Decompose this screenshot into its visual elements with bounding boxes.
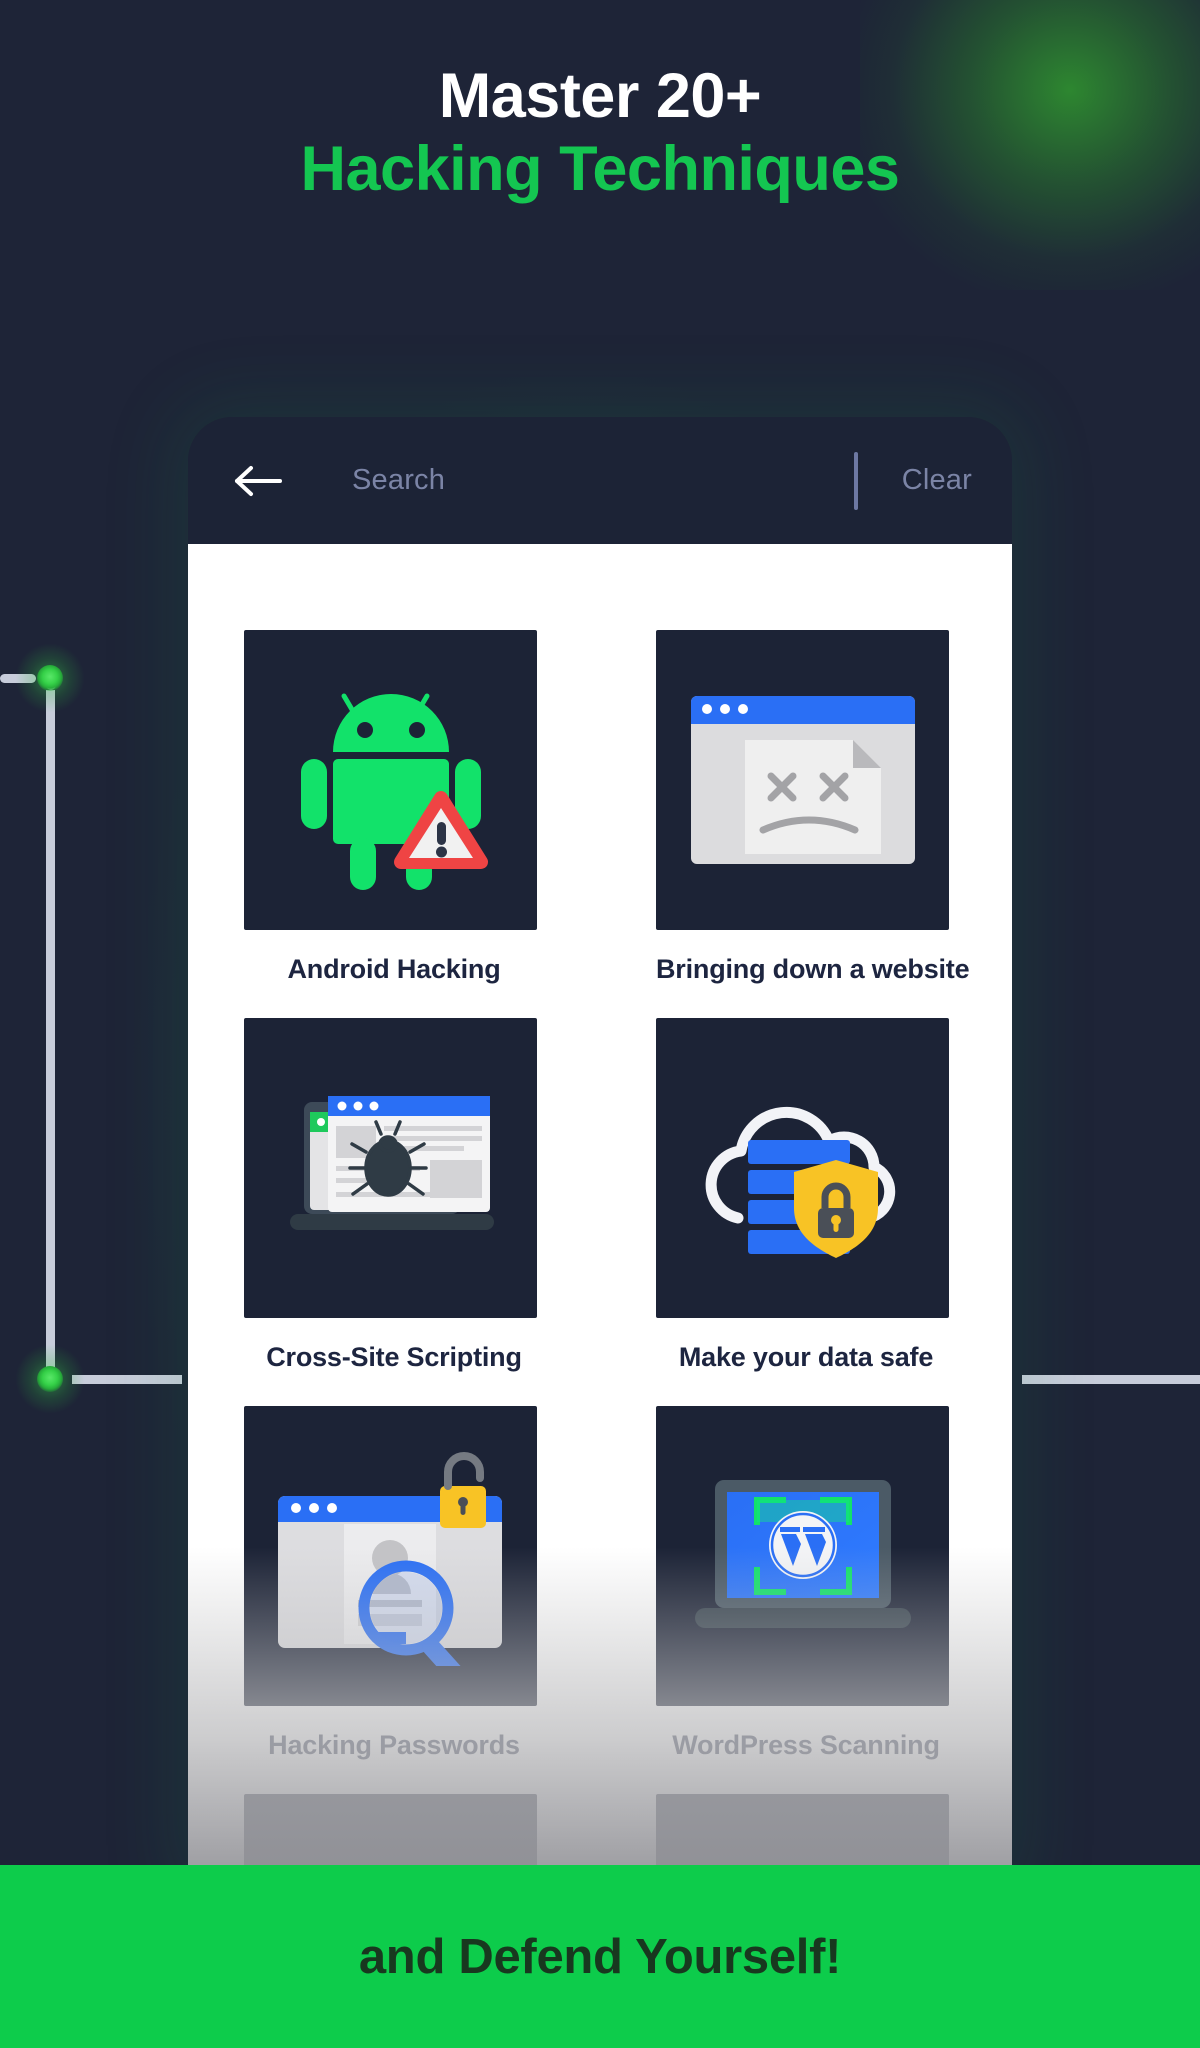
dashed-segment-middle: [72, 1375, 182, 1384]
headline-line-2: Hacking Techniques: [300, 134, 900, 205]
laptop-bug-browser-icon: [244, 1018, 537, 1318]
login-form-magnifier-padlock-icon: [244, 1406, 537, 1706]
laptop-wordpress-scan-icon: [656, 1406, 949, 1706]
grid-tile[interactable]: Cross-Site Scripting: [244, 1018, 544, 1373]
bottom-banner: and Defend Yourself!: [0, 1865, 1200, 2048]
grid-tile[interactable]: Make your data safe: [656, 1018, 956, 1373]
search-input[interactable]: Search: [286, 464, 854, 497]
banner-text: and Defend Yourself!: [358, 1929, 842, 1984]
dashed-line-vertical: [45, 677, 56, 1378]
toolbar-divider: [853, 451, 858, 510]
phone-screen: Android Hacking Bringing down a website …: [188, 544, 1012, 1877]
tile-label: WordPress Scanning: [672, 1730, 940, 1760]
glow-node-top-icon: [15, 643, 85, 713]
android-robot-warning-icon: [244, 630, 537, 930]
grid-tile[interactable]: Bringing down a website: [656, 630, 970, 985]
dashed-segment-right: [1022, 1375, 1200, 1384]
technique-grid: Android Hacking Bringing down a website …: [188, 544, 1012, 1877]
headline-line-1: Master 20+: [438, 61, 762, 131]
tile-label: Android Hacking: [287, 954, 501, 984]
grid-tile[interactable]: Android Hacking: [244, 630, 544, 985]
tile-label: Hacking Passwords: [268, 1730, 520, 1760]
phone-mockup: Search Clear Android Hacking Bringing do…: [188, 417, 1012, 1877]
tile-label: Bringing down a website: [656, 954, 970, 984]
cloud-database-shield-lock-icon: [656, 1018, 949, 1318]
grid-tile[interactable]: WordPress Scanning: [656, 1406, 956, 1761]
glow-node-bottom-icon: [15, 1344, 85, 1414]
tile-label: Cross-Site Scripting: [266, 1342, 522, 1372]
tile-label: Make your data safe: [678, 1342, 934, 1372]
back-arrow-icon[interactable]: [230, 453, 286, 509]
browser-sad-face-icon: [656, 630, 949, 930]
grid-tile[interactable]: Hacking Passwords: [244, 1406, 544, 1761]
clear-button[interactable]: Clear: [902, 464, 1012, 497]
page-title: Master 20+ Hacking Techniques: [0, 62, 1200, 209]
search-toolbar: Search Clear: [188, 417, 1012, 544]
